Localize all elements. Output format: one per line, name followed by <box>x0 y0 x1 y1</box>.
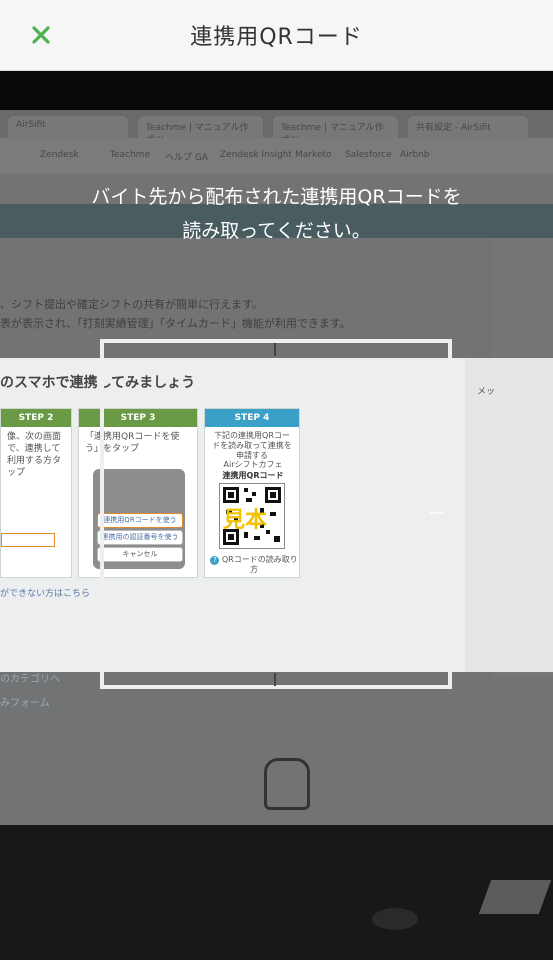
card-heading: のスマホで連携してみましょう <box>0 375 196 391</box>
laptop-sticker <box>478 880 552 914</box>
qr-help-text: QRコードの読み取り方 <box>221 555 298 574</box>
help-icon: ? <box>210 556 220 565</box>
step3-card: STEP 3 「連携用QRコードを使う」をタップ 連携用QRコードを使う 連携用… <box>78 408 198 578</box>
instruction-line-2: 読み取ってください。 <box>182 220 371 242</box>
monitor-knob <box>372 908 418 930</box>
step4-card: STEP 4 下記の連携用QRコードを読み取って連携を申請する Airシフトカフ… <box>204 408 300 578</box>
step3-title: STEP 3 <box>79 409 197 427</box>
qr-help-link: ? QRコードの読み取り方 <box>209 555 299 575</box>
right-panel-label: メッ <box>477 387 496 397</box>
scan-frame-tick-top <box>274 343 276 356</box>
step3-button: 連携用の認証番号を使う <box>97 530 183 545</box>
step3-text: 「連携用QRコードを使う」をタップ <box>85 432 180 454</box>
scan-frame-tick-bottom <box>274 673 276 686</box>
step2-text: 像、次の画面で、連携して利用する方タップ <box>7 432 62 478</box>
right-panel-content: メッ <box>465 358 553 672</box>
close-icon <box>32 26 50 44</box>
page-title: 連携用QRコード <box>190 25 363 50</box>
page-link: のカテゴリへ <box>0 674 60 685</box>
scan-instruction: バイト先から配布された連携用QRコードを 読み取ってください。 <box>0 180 553 248</box>
step2-highlight <box>1 533 55 547</box>
cannot-link-text: ができない方はこちら <box>0 589 91 599</box>
header-bar: 連携用QRコード <box>0 0 553 71</box>
close-button[interactable] <box>26 20 56 50</box>
camera-preview: AirSifit Teachme | マニュアル作成ツ Teachme | マニ… <box>0 70 553 960</box>
scan-frame-tick-right <box>430 512 444 514</box>
monitor-logo <box>264 758 310 810</box>
step3-button: キャンセル <box>97 547 183 562</box>
laptop-body <box>0 825 553 960</box>
step3-button: 連携用QRコードを使う <box>97 513 183 528</box>
page-link: みフォーム <box>0 698 50 709</box>
sample-watermark: 見本 <box>223 508 268 533</box>
step2-title: STEP 2 <box>1 409 71 427</box>
step2-card: STEP 2 像、次の画面で、連携して利用する方タップ <box>0 408 72 578</box>
instruction-line-1: バイト先から配布された連携用QRコードを <box>91 186 462 208</box>
scan-area-content: のスマホで連携してみましょう STEP 2 像、次の画面で、連携して利用する方タ… <box>0 358 553 672</box>
store-name: Airシフトカフェ <box>223 460 283 469</box>
qr-label: 連携用QRコード <box>222 471 284 480</box>
step4-title: STEP 4 <box>205 409 299 427</box>
